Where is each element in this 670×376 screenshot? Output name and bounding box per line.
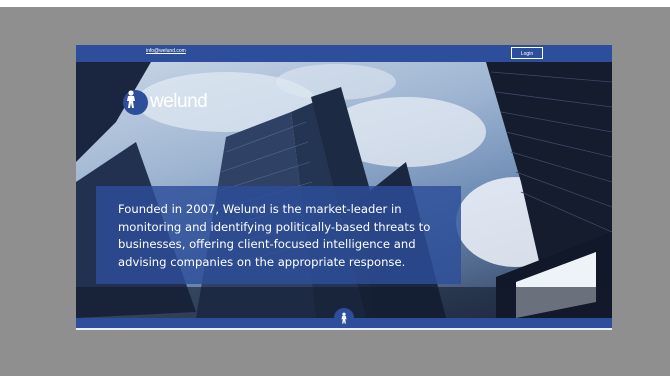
window-top-edge — [0, 0, 670, 7]
knight-figure-icon[interactable] — [334, 308, 354, 328]
knight-figure-icon — [123, 89, 148, 115]
email-link[interactable]: info@welund.com — [146, 48, 186, 54]
hero-section: welund Founded in 2007, Welund is the ma… — [76, 62, 612, 318]
brand-name: welund — [150, 91, 208, 112]
hero-description: Founded in 2007, Welund is the market-le… — [118, 202, 431, 269]
hero-caption-box: Founded in 2007, Welund is the market-le… — [96, 186, 461, 284]
top-bar: info@welund.com Login — [76, 45, 612, 62]
footer-divider — [76, 328, 612, 330]
website-page: info@welund.com Login welund Founded in … — [76, 45, 612, 330]
login-button[interactable]: Login — [511, 47, 543, 59]
brand-logo[interactable]: welund — [123, 89, 208, 115]
